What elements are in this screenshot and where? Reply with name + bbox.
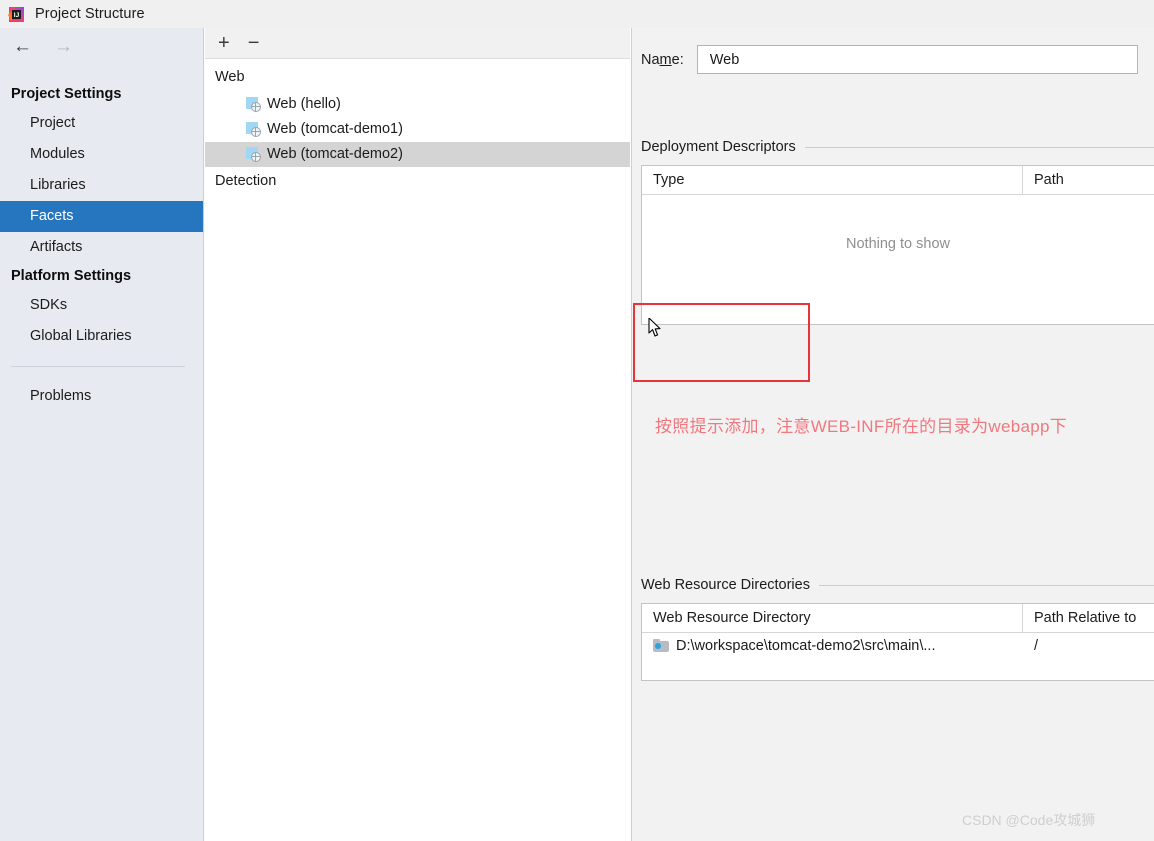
tree-group-web: Web bbox=[215, 69, 245, 85]
svg-text:IJ: IJ bbox=[14, 12, 20, 19]
navigation-bar: ← → bbox=[0, 28, 203, 64]
tree-item-web-tomcat-demo1[interactable]: Web (tomcat-demo1) bbox=[205, 117, 630, 142]
sidebar-group-platform-settings: Platform Settings bbox=[11, 268, 132, 284]
folder-icon bbox=[653, 639, 669, 652]
column-header-path-relative-to[interactable]: Path Relative to bbox=[1023, 604, 1154, 632]
table-header-row: Web Resource Directory Path Relative to bbox=[642, 604, 1154, 633]
watermark: CSDN @Code攻城狮 bbox=[962, 812, 1096, 828]
deployment-empty-message: Nothing to show bbox=[846, 236, 950, 252]
section-rule bbox=[804, 146, 1154, 148]
column-header-type[interactable]: Type bbox=[642, 166, 1023, 194]
tree-item-label: Web (hello) bbox=[267, 96, 341, 112]
sidebar-group-project-settings: Project Settings bbox=[11, 86, 122, 102]
arrow-left-icon[interactable]: ← bbox=[13, 37, 32, 56]
mouse-cursor-icon bbox=[648, 317, 661, 337]
table-row[interactable]: D:\workspace\tomcat-demo2\src\main\... / bbox=[642, 633, 1154, 658]
column-header-web-resource-directory[interactable]: Web Resource Directory bbox=[642, 604, 1023, 632]
add-facet-button[interactable]: + bbox=[218, 33, 230, 53]
facet-name-label: Name: bbox=[641, 51, 684, 68]
window-title: Project Structure bbox=[35, 6, 145, 22]
tree-item-web-hello[interactable]: Web (hello) bbox=[205, 92, 630, 117]
web-facet-icon bbox=[246, 122, 261, 137]
arrow-right-icon[interactable]: → bbox=[54, 37, 73, 56]
sidebar-item-global-libraries[interactable]: Global Libraries bbox=[0, 321, 203, 352]
deployment-descriptors-title: Deployment Descriptors bbox=[641, 139, 796, 155]
table-header-row: Type Path bbox=[642, 166, 1154, 195]
window-titlebar: IJ Project Structure bbox=[0, 0, 1154, 28]
path-relative-to-value: / bbox=[1034, 637, 1039, 654]
deployment-descriptors-table: Type Path Nothing to show bbox=[641, 165, 1154, 325]
web-facet-icon bbox=[246, 147, 261, 162]
settings-sidebar: ← → Project Settings Project Modules Lib… bbox=[0, 28, 204, 841]
remove-facet-button[interactable]: − bbox=[248, 33, 260, 53]
web-facet-icon bbox=[246, 97, 261, 112]
section-rule bbox=[818, 584, 1154, 586]
project-structure-window: IJ Project Structure ← → Project Setting… bbox=[0, 0, 1154, 841]
sidebar-item-project[interactable]: Project bbox=[0, 108, 203, 139]
sidebar-item-modules[interactable]: Modules bbox=[0, 139, 203, 170]
facet-name-row: Name: bbox=[641, 45, 1138, 74]
deployment-descriptors-header: Deployment Descriptors bbox=[641, 139, 1154, 155]
tree-group-detection: Detection bbox=[215, 173, 277, 189]
column-header-path[interactable]: Path bbox=[1023, 166, 1154, 194]
facet-name-input[interactable] bbox=[696, 45, 1138, 74]
annotation-text: 按照提示添加，注意WEB-INF所在的目录为webapp下 bbox=[655, 417, 1068, 436]
web-resource-directories-header: Web Resource Directories bbox=[641, 577, 1154, 593]
sidebar-item-sdks[interactable]: SDKs bbox=[0, 290, 203, 321]
sidebar-item-libraries[interactable]: Libraries bbox=[0, 170, 203, 201]
sidebar-nav-list: Project Settings Project Modules Librari… bbox=[0, 64, 203, 412]
intellij-idea-icon: IJ bbox=[8, 6, 25, 23]
sidebar-item-artifacts[interactable]: Artifacts bbox=[0, 232, 203, 263]
sidebar-item-facets[interactable]: Facets bbox=[0, 201, 203, 232]
sidebar-item-problems[interactable]: Problems bbox=[0, 381, 203, 412]
tree-item-web-tomcat-demo2[interactable]: Web (tomcat-demo2) bbox=[205, 142, 630, 167]
tree-item-label: Web (tomcat-demo2) bbox=[267, 146, 403, 162]
sidebar-divider bbox=[11, 366, 185, 367]
facets-tree-toolbar: + − bbox=[205, 28, 630, 59]
web-resource-directory-value: D:\workspace\tomcat-demo2\src\main\... bbox=[676, 637, 936, 654]
web-resource-directories-title: Web Resource Directories bbox=[641, 577, 810, 593]
tree-item-label: Web (tomcat-demo1) bbox=[267, 121, 403, 137]
facets-tree: Web Web (hello) Web (tomcat-demo1) Web (… bbox=[205, 59, 630, 196]
web-resource-directories-table: Web Resource Directory Path Relative to … bbox=[641, 603, 1154, 681]
facets-tree-panel: + − Web Web (hello) Web (tomcat-demo1) W… bbox=[205, 28, 630, 841]
